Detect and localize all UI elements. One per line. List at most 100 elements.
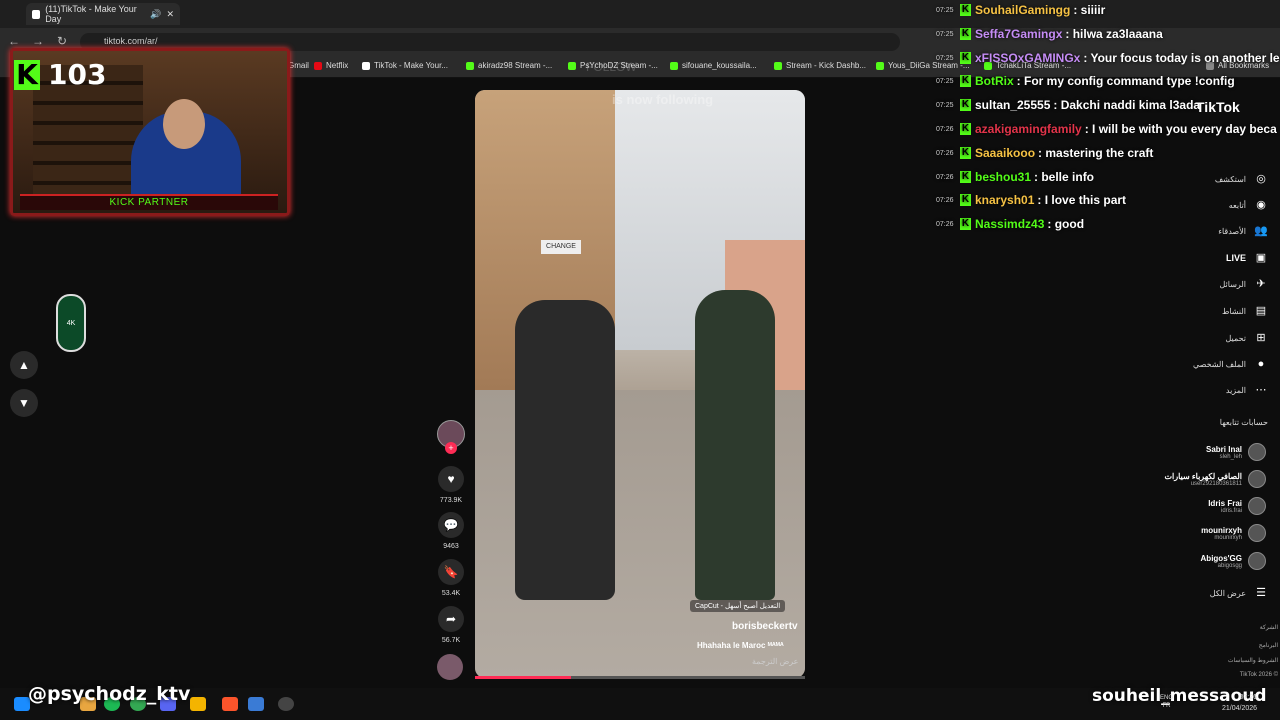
translate-link[interactable]: عرض الترجمة <box>752 657 798 666</box>
sidebar-nav-item[interactable]: الملف الشخصي ● <box>1193 357 1268 371</box>
language-indicator[interactable]: ENG FR <box>1160 694 1173 710</box>
following-account[interactable]: Idris Frai idris.frai <box>1208 497 1266 515</box>
sidebar-nav-label: تحميل <box>1225 333 1247 343</box>
video-player[interactable]: CHANGE <box>475 90 805 678</box>
chat-username[interactable]: Saaaikooo <box>975 146 1035 160</box>
chat-username[interactable]: sultan_25555 <box>975 98 1050 112</box>
sidebar-nav-item[interactable]: الرسائل ✈ <box>1220 277 1269 291</box>
following-account[interactable]: mounirxyh mounirxyh <box>1201 524 1266 542</box>
sidebar-nav-item[interactable]: المزيد ⋯ <box>1226 383 1268 397</box>
following-text: Sabri Inal sleh_leh <box>1206 445 1242 460</box>
heart-icon[interactable]: ♥ <box>438 466 464 492</box>
follow-alert-title: FOLLOW <box>586 60 637 74</box>
bookmark-item[interactable]: TikTok - Make Your... <box>362 61 448 70</box>
following-handle: idris.frai <box>1220 507 1242 514</box>
tab-audio-icon[interactable]: 🔊 <box>150 9 161 20</box>
sidebar-nav-item[interactable]: تحميل ⊞ <box>1226 331 1269 345</box>
kick-partner-label: KICK PARTNER <box>20 194 278 210</box>
chat-username[interactable]: BotRix <box>975 74 1014 88</box>
sidebar-nav-label: المزيد <box>1225 385 1246 395</box>
reload-icon[interactable]: ↻ <box>54 34 70 48</box>
sidebar-nav-label: استكشف <box>1214 174 1246 184</box>
chat-text: : hilwa za3laaana <box>1065 27 1163 41</box>
sidebar-nav-item[interactable]: LIVE ▣ <box>1226 251 1268 265</box>
chat-timestamp: 07:25 <box>936 77 954 85</box>
footer-link[interactable]: الشروط والسياسات <box>1228 657 1278 664</box>
bookmark-favicon-icon <box>774 61 782 70</box>
photos-icon[interactable] <box>248 697 264 711</box>
following-handle: sleh_leh <box>1219 453 1242 460</box>
show-all-link[interactable]: عرض الكل ☰ <box>1210 586 1268 600</box>
sidebar-nav-item[interactable]: استكشف ◎ <box>1215 172 1268 186</box>
chat-text: : belle info <box>1034 170 1095 184</box>
chat-message: 07:25 K SouhailGamingg: siiiir <box>936 3 1105 17</box>
comment-action[interactable]: 💬 9463 <box>437 512 465 550</box>
next-video-button[interactable]: ▼ <box>10 389 38 417</box>
tab-tiktok[interactable]: (11)TikTok - Make Your Day 🔊 ✕ <box>26 3 180 25</box>
following-account[interactable]: Sabri Inal sleh_leh <box>1206 443 1266 461</box>
kick-badge-icon: K <box>960 171 971 183</box>
folder-icon[interactable] <box>190 697 206 711</box>
tiktok-logo[interactable]: TikTok <box>1196 99 1240 115</box>
save-action[interactable]: 🔖 53.4K <box>437 559 465 597</box>
footer-link[interactable]: البرنامج <box>1259 642 1278 649</box>
upload-icon: ⊞ <box>1256 332 1266 344</box>
chat-username[interactable]: knarysh01 <box>975 193 1034 207</box>
chat-username[interactable]: beshou31 <box>975 170 1031 184</box>
compass-icon: ◎ <box>1256 173 1266 185</box>
save-count: 53.4K <box>441 590 461 597</box>
share-action[interactable]: ➦ 56.7K <box>437 606 465 644</box>
video-progress-bar[interactable] <box>475 676 805 679</box>
capcut-tag[interactable]: CapCut - التعديل أصبح أسهل <box>690 600 786 612</box>
following-handle: user292180361811 <box>1190 480 1242 487</box>
following-account[interactable]: Abigos'GG abigosgg <box>1201 552 1266 570</box>
chat-username[interactable]: azakigamingfamily <box>975 122 1082 136</box>
following-text: Abigos'GG abigosgg <box>1201 554 1242 569</box>
follow-plus-icon[interactable]: + <box>445 442 457 454</box>
music-disc-avatar[interactable] <box>437 654 463 680</box>
share-icon[interactable]: ➦ <box>438 606 464 632</box>
chat-username[interactable]: Seffa7Gamingx <box>975 27 1062 41</box>
comment-icon[interactable]: 💬 <box>438 512 464 538</box>
bookmark-item[interactable]: akiradz98 Stream -... <box>466 61 552 70</box>
following-account[interactable]: الصافي لكهرباء سيارات user292180361811 <box>1164 470 1266 488</box>
like-action[interactable]: ♥ 773.9K <box>437 466 465 504</box>
video-woman <box>695 290 775 600</box>
bookmark-item[interactable]: Netflix <box>314 61 348 70</box>
sidebar-nav-item[interactable]: النشاط ▤ <box>1222 304 1268 318</box>
brave-icon[interactable] <box>222 697 238 711</box>
streamer-head <box>163 99 205 149</box>
avatar <box>1248 524 1266 542</box>
bookmark-item[interactable]: sifouane_koussaila... <box>670 61 757 70</box>
video-author[interactable]: borisbeckertv <box>732 621 798 632</box>
obs-icon[interactable] <box>278 697 294 711</box>
back-icon[interactable]: ← <box>6 34 22 48</box>
chat-username[interactable]: SouhailGamingg <box>975 3 1070 17</box>
bookmark-icon[interactable]: 🔖 <box>438 559 464 585</box>
sidebar-nav-item[interactable]: الأصدقاء 👥 <box>1218 224 1268 238</box>
lang-primary: ENG <box>1160 695 1174 701</box>
kick-badge-icon: K <box>960 4 971 16</box>
chat-username[interactable]: Nassimdz43 <box>975 217 1044 231</box>
chat-timestamp: 07:26 <box>936 196 954 204</box>
tab-close-icon[interactable]: ✕ <box>166 9 174 20</box>
sidebar-nav-item[interactable]: أتابعه ◉ <box>1229 198 1268 212</box>
video-progress-fill <box>475 676 571 679</box>
footer-link[interactable]: TikTok 2026 © <box>1240 672 1278 678</box>
live-icon: ▣ <box>1255 252 1267 264</box>
previous-video-button[interactable]: ▲ <box>10 351 38 379</box>
avatar <box>1248 443 1266 461</box>
forward-icon[interactable]: → <box>30 34 46 48</box>
bookmark-item[interactable]: Stream - Kick Dashb... <box>774 61 866 70</box>
channel-logo: 4K <box>56 294 86 352</box>
streamer-handle-left: @psychodz_ktv <box>28 683 191 705</box>
bookmark-label: akiradz98 Stream -... <box>478 61 553 70</box>
bookmark-label: Gmail <box>288 61 309 70</box>
system-clock[interactable]: 07:26 21/04/2026 <box>1222 692 1257 714</box>
kick-badge-icon: K <box>960 75 971 87</box>
footer-link[interactable]: الشركة <box>1260 624 1278 631</box>
following-header: حسابات تتابعها <box>1220 418 1268 427</box>
chat-username[interactable]: xFISSOxGAMINGx <box>975 51 1080 65</box>
bookmark-label: sifouane_koussaila... <box>682 61 757 70</box>
bookmark-favicon-icon <box>314 61 322 70</box>
